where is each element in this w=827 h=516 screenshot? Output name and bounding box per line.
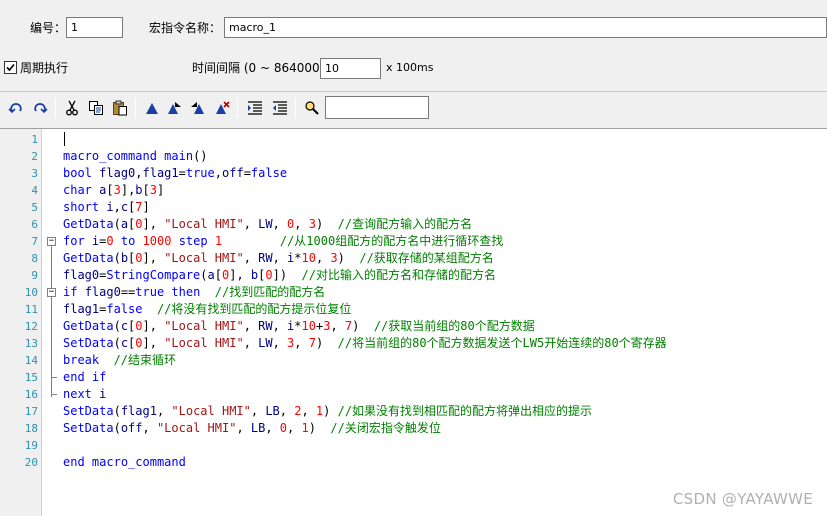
line-number: 12	[24, 320, 38, 333]
line-number: 8	[31, 252, 38, 265]
interval-label: 时间间隔 (0 ~ 864000)：	[192, 61, 337, 75]
code-editor[interactable]: 1 2 3 4 5 6 7 8 9 10 11 12 13 14 15 16 17 18 19 20 macro_co…	[0, 128, 827, 516]
clear-bookmarks-icon	[216, 101, 230, 114]
line-number: 7	[31, 235, 38, 248]
line-number: 9	[31, 269, 38, 282]
code-line[interactable]: GetData(a[0], "Local HMI", LW, 0, 3) //查…	[63, 216, 472, 233]
outdent-button[interactable]	[270, 98, 290, 118]
checkmark-icon	[6, 63, 15, 72]
redo-icon	[34, 103, 48, 114]
line-number: 16	[24, 388, 38, 401]
line-number: 20	[24, 456, 38, 469]
macro-editor-window: 编号： 1 宏指令名称： macro_1 周期执行 时间间隔 (0 ~ 8640…	[0, 0, 827, 516]
code-line[interactable]: GetData(b[0], "Local HMI", RW, i*10, 3) …	[63, 250, 494, 267]
prev-bookmark-icon	[191, 102, 204, 114]
next-bookmark-button[interactable]	[164, 98, 184, 118]
line-number: 15	[24, 371, 38, 384]
code-line[interactable]: flag0=StringCompare(a[0], b[0]) //对比输入的配…	[63, 267, 496, 284]
code-line[interactable]: SetData(off, "Local HMI", LB, 0, 1) //关闭…	[63, 420, 441, 437]
fold-guide	[51, 297, 52, 380]
line-number: 6	[31, 218, 38, 231]
interval-unit-label: x 100ms	[386, 61, 434, 74]
periodic-checkbox[interactable]	[4, 61, 17, 74]
set-bookmark-icon	[146, 103, 158, 114]
line-number: 11	[24, 303, 38, 316]
copy-button[interactable]	[86, 98, 106, 118]
code-line[interactable]: GetData(c[0], "Local HMI", RW, i*10+3, 7…	[63, 318, 535, 335]
indent-button[interactable]	[245, 98, 265, 118]
line-number: 13	[24, 337, 38, 350]
prev-bookmark-button[interactable]	[188, 98, 208, 118]
code-line[interactable]: if flag0==true then //找到匹配的配方名	[63, 284, 325, 301]
undo-button[interactable]	[6, 98, 26, 118]
editor-toolbar	[0, 91, 827, 124]
line-number: 17	[24, 405, 38, 418]
code-line[interactable]: char a[3],b[3]	[63, 182, 164, 199]
set-bookmark-button[interactable]	[142, 98, 162, 118]
line-number: 2	[31, 150, 38, 163]
code-line[interactable]: SetData(flag1, "Local HMI", LB, 2, 1) //…	[63, 403, 592, 420]
find-button[interactable]	[302, 98, 322, 118]
undo-icon	[8, 103, 22, 114]
code-line[interactable]: bool flag0,flag1=true,off=false	[63, 165, 287, 182]
interval-input[interactable]: 10	[320, 58, 381, 79]
line-number: 3	[31, 167, 38, 180]
paste-button[interactable]	[110, 98, 130, 118]
line-number: 18	[24, 422, 38, 435]
find-input[interactable]	[325, 96, 429, 119]
next-bookmark-icon	[168, 102, 181, 114]
watermark: CSDN @YAYAWWE	[672, 490, 813, 508]
code-line[interactable]: end macro_command	[63, 454, 186, 471]
paste-icon	[113, 100, 127, 116]
fold-toggle-icon[interactable]: −	[47, 237, 56, 246]
line-number: 1	[31, 133, 38, 146]
macro-name-input[interactable]: macro_1	[224, 17, 827, 38]
code-line[interactable]: SetData(c[0], "Local HMI", LW, 3, 7) //将…	[63, 335, 667, 352]
fold-end	[51, 377, 57, 378]
number-input[interactable]: 1	[66, 17, 123, 38]
code-line[interactable]: break //结束循环	[63, 352, 176, 369]
find-icon	[305, 101, 319, 115]
code-line[interactable]: flag1=false //将没有找到匹配的配方提示位复位	[63, 301, 351, 318]
code-line[interactable]: next i	[63, 386, 106, 403]
line-number: 14	[24, 354, 38, 367]
cut-button[interactable]	[62, 98, 82, 118]
line-number: 10	[24, 286, 38, 299]
line-number: 19	[24, 439, 38, 452]
code-line[interactable]: short i,c[7]	[63, 199, 150, 216]
line-number: 4	[31, 184, 38, 197]
clear-bookmarks-button[interactable]	[212, 98, 232, 118]
fold-end	[51, 394, 57, 395]
text-caret	[64, 132, 65, 146]
periodic-label: 周期执行	[20, 61, 69, 75]
line-number-gutter: 1 2 3 4 5 6 7 8 9 10 11 12 13 14 15 16 17 18 19 20	[0, 129, 42, 516]
code-line[interactable]: end if	[63, 369, 106, 386]
fold-toggle-icon[interactable]: −	[47, 288, 56, 297]
line-number: 5	[31, 201, 38, 214]
copy-icon	[89, 101, 103, 115]
indent-icon	[248, 101, 262, 115]
outdent-icon	[273, 101, 287, 115]
number-label: 编号：	[30, 21, 67, 35]
cut-icon	[66, 100, 78, 116]
code-line[interactable]: macro_command main()	[63, 148, 208, 165]
code-line[interactable]: for i=0 to 1000 step 1 //从1000组配方的配方名中进行…	[63, 233, 503, 250]
redo-button[interactable]	[30, 98, 50, 118]
macro-name-label: 宏指令名称：	[149, 21, 222, 35]
